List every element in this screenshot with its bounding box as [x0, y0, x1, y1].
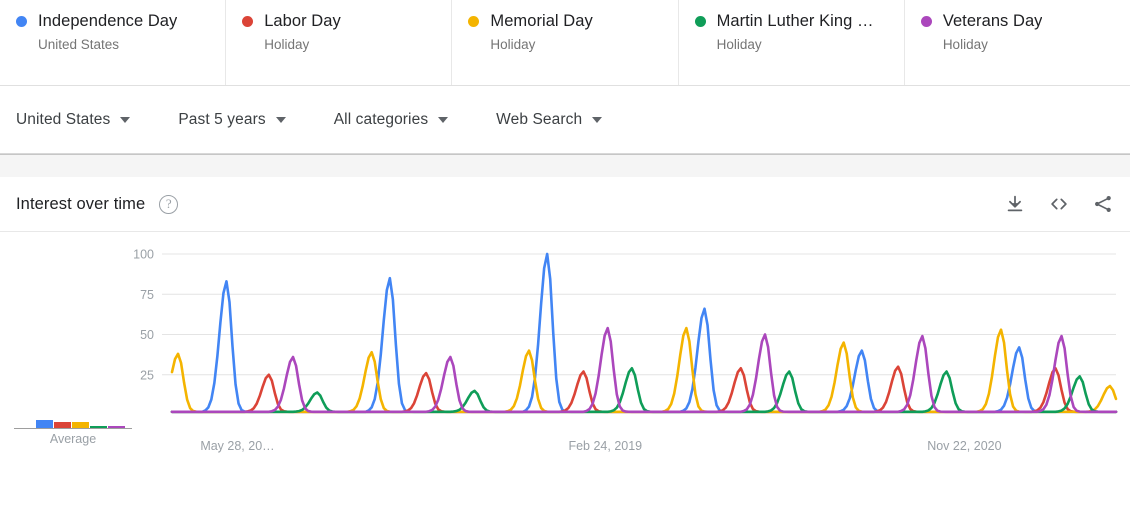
series-dot-icon [468, 16, 480, 27]
term-title: Veterans Day [942, 12, 1043, 30]
term-title: Memorial Day [490, 12, 593, 30]
average-bar [54, 421, 71, 428]
filter-location[interactable]: United States [16, 110, 131, 129]
term-head: Veterans Day [920, 12, 1114, 31]
term-head: Labor Day [242, 12, 435, 31]
filter-location-label: United States [16, 110, 111, 128]
term-title: Labor Day [264, 12, 341, 30]
chevron-down-icon [120, 116, 131, 123]
average-legend: Average [14, 416, 132, 446]
svg-text:Nov 22, 2020: Nov 22, 2020 [927, 439, 1001, 453]
page-background-gap [0, 154, 1130, 177]
term-title: Martin Luther King … [716, 12, 874, 30]
term-head: Martin Luther King … [694, 12, 888, 31]
average-bar [72, 422, 89, 428]
term-subtitle: United States [38, 37, 120, 52]
chevron-down-icon [438, 116, 449, 123]
term-card-3[interactable]: Martin Luther King … Holiday [679, 0, 905, 85]
series-dot-icon [694, 16, 706, 27]
filter-time-range[interactable]: Past 5 years [178, 110, 286, 129]
filter-category[interactable]: All categories [333, 110, 449, 129]
share-icon[interactable] [1092, 193, 1114, 215]
page-title: Interest over time [16, 194, 146, 213]
average-bars [14, 416, 132, 430]
term-card-4[interactable]: Veterans Day Holiday [905, 0, 1130, 85]
term-head: Memorial Day [468, 12, 661, 31]
term-title: Independence Day [38, 12, 178, 30]
download-icon[interactable] [1004, 193, 1026, 215]
filter-search-type-label: Web Search [496, 110, 583, 128]
series-dot-icon [16, 16, 27, 27]
card-actions [1004, 193, 1114, 215]
svg-text:May 28, 20…: May 28, 20… [200, 439, 274, 453]
series-dot-icon [242, 16, 254, 27]
search-terms-row: Independence Day United States Labor Day… [0, 0, 1130, 86]
chart-svg: 25 50 75 100 May 28, 20… Feb 24, 2019 Nov 22, … [133, 248, 1118, 453]
svg-text:50: 50 [140, 328, 154, 342]
term-subtitle: Holiday [264, 37, 310, 52]
filter-time-range-label: Past 5 years [178, 110, 266, 128]
interest-over-time-card: Interest over time ? 25 50 75 100 May 28, 20… [0, 177, 1130, 454]
help-circle-icon[interactable]: ? [159, 194, 179, 214]
average-bar [108, 426, 125, 428]
card-header: Interest over time ? [0, 177, 1130, 232]
interest-chart[interactable]: 25 50 75 100 May 28, 20… Feb 24, 2019 Nov 22, … [0, 232, 1130, 454]
average-label: Average [49, 432, 97, 446]
chevron-down-icon [275, 116, 286, 123]
term-subtitle: Holiday [942, 37, 988, 52]
term-card-2[interactable]: Memorial Day Holiday [452, 0, 679, 85]
filter-bar: United States Past 5 years All categorie… [0, 86, 1130, 154]
term-card-1[interactable]: Labor Day Holiday [226, 0, 453, 85]
svg-text:100: 100 [133, 248, 154, 262]
average-bar [90, 426, 107, 428]
embed-code-icon[interactable] [1048, 193, 1070, 215]
svg-text:25: 25 [140, 368, 154, 382]
chevron-down-icon [592, 116, 603, 123]
series-dot-icon [920, 16, 932, 27]
svg-text:Feb 24, 2019: Feb 24, 2019 [568, 439, 642, 453]
average-bar [36, 420, 53, 428]
filter-search-type[interactable]: Web Search [496, 110, 603, 129]
term-head: Independence Day [16, 12, 209, 31]
svg-text:75: 75 [140, 288, 154, 302]
term-subtitle: Holiday [490, 37, 536, 52]
term-subtitle: Holiday [716, 37, 762, 52]
filter-category-label: All categories [333, 110, 429, 128]
term-card-0[interactable]: Independence Day United States [0, 0, 227, 85]
